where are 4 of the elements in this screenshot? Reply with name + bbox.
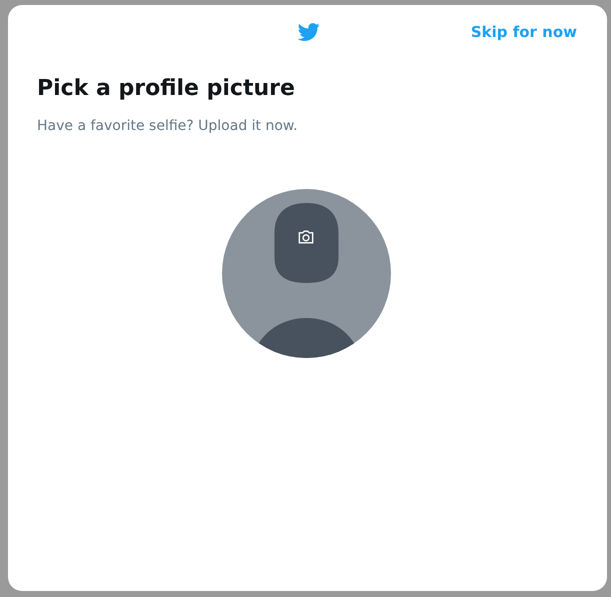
- bird-icon: [296, 21, 322, 43]
- subtitle: Have a favorite selfie? Upload it now.: [37, 117, 299, 136]
- skip-link[interactable]: Skip for now: [470, 21, 577, 44]
- dialog-title: Pick a profile picture: [37, 75, 296, 103]
